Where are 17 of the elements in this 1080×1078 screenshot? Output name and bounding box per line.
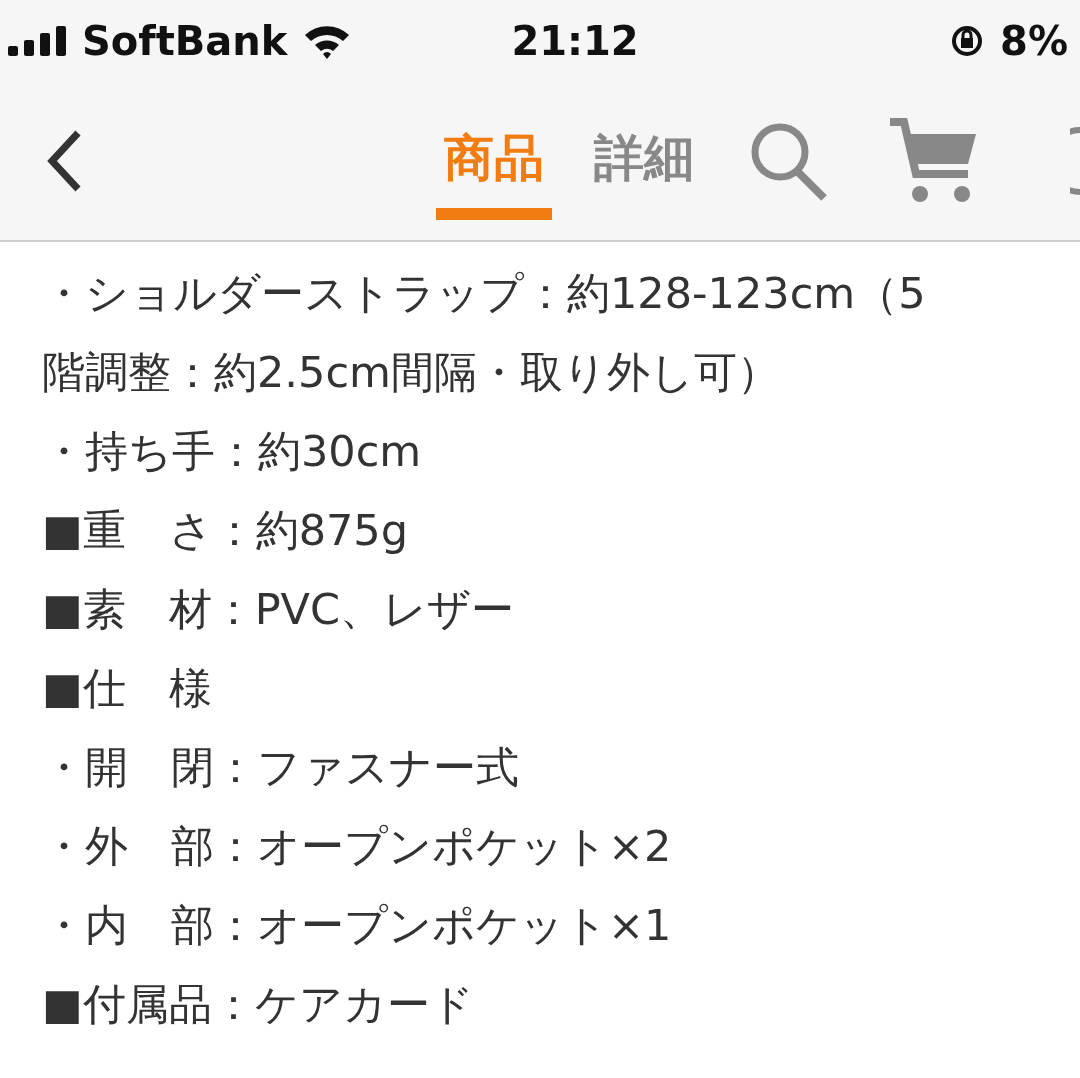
- wifi-icon: [303, 23, 352, 59]
- rotation-lock-icon: [950, 24, 985, 58]
- spec-line: ■仕 様: [41, 662, 213, 715]
- battery-percent: 8%: [1000, 17, 1068, 66]
- spec-line: 階調整：約2.5cm間隔・取り外し可）: [41, 346, 781, 399]
- spec-line: ・ショルダーストラップ：約128-123cm（5: [41, 267, 927, 320]
- spec-line: ・内 部：オープンポケット×1: [41, 899, 673, 952]
- spec-line: ■付属品：ケアカード: [41, 978, 475, 1031]
- spec-line: ■重 さ：約875g: [41, 504, 409, 557]
- spec-line: ・開 閉：ファスナー式: [41, 741, 520, 794]
- spec-line: ・持ち手：約30cm: [41, 425, 423, 478]
- clock-time: 21:12: [511, 17, 639, 66]
- tab[interactable]: 詳細: [586, 121, 702, 220]
- spec-line: ■素 材：PVC、レザー: [41, 583, 515, 636]
- spec-line: ・外 部：オープンポケット×2: [41, 820, 673, 873]
- tab[interactable]: 商品: [436, 121, 552, 220]
- carrier-name: SoftBank: [82, 17, 288, 66]
